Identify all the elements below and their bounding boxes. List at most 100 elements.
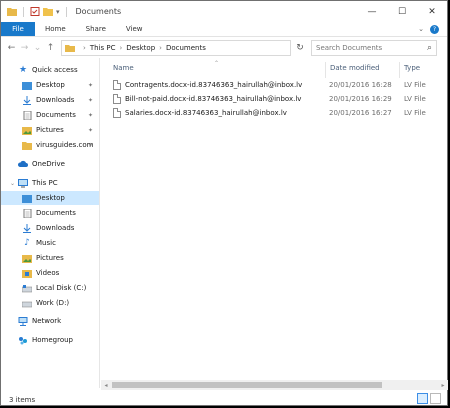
music-icon: ♪ [24,238,30,248]
sidebar-network[interactable]: Network [1,314,99,328]
quick-access-toolbar: ▾ [1,6,70,17]
pin-icon: ✦ [87,81,93,89]
file-name: Bill-not-paid.docx-id.83746363_hairullah… [125,94,302,103]
explorer-window: ▾ Documents — ☐ ✕ File Home Share View ⌄… [0,0,448,406]
sidebar-quick-access[interactable]: ★ Quick access [1,63,99,77]
status-bar: 3 items [1,392,447,407]
documents-icon [23,110,32,120]
scroll-left-icon[interactable]: ◂ [101,380,111,390]
network-icon [18,316,28,326]
search-input[interactable]: Search Documents ⌕ [311,40,437,56]
title-bar: ▾ Documents — ☐ ✕ [1,1,447,22]
item-count: 3 items [9,395,36,404]
pin-icon: ✦ [87,126,93,134]
breadcrumb-desktop[interactable]: Desktop [126,44,155,52]
column-header-name[interactable]: Name [113,64,134,76]
file-type: LV File [404,94,426,103]
recent-locations-button[interactable]: ⌄ [31,43,44,53]
tab-file[interactable]: File [1,22,35,36]
computer-icon [18,178,28,187]
navigation-pane: ★ Quick access Desktop ✦ Downloads ✦ Doc… [1,58,100,388]
file-date: 20/01/2016 16:28 [329,80,392,89]
sidebar-homegroup[interactable]: Homegroup [1,333,99,347]
file-date: 20/01/2016 16:29 [329,94,392,103]
sidebar-item-pictures[interactable]: Pictures ✦ [1,123,99,137]
file-icon [113,107,121,118]
tab-view[interactable]: View [116,22,153,36]
customize-qa-icon[interactable]: ▾ [56,8,60,16]
file-date: 20/01/2016 16:27 [329,108,392,117]
maximize-button[interactable]: ☐ [387,1,417,22]
sidebar-item-music[interactable]: ♪ Music [1,236,99,250]
sidebar-item-documents[interactable]: Documents ✦ [1,108,99,122]
sidebar-item-documents-pc[interactable]: Documents [1,206,99,220]
star-icon: ★ [18,65,28,75]
tab-home[interactable]: Home [35,22,76,36]
column-header-date-modified[interactable]: Date modified [330,64,380,76]
sidebar-item-local-disk[interactable]: Local Disk (C:) [1,281,99,295]
large-icons-view-button[interactable] [430,393,441,404]
scroll-thumb[interactable] [112,382,382,388]
drive-icon [22,284,32,292]
sidebar-item-desktop[interactable]: Desktop ✦ [1,78,99,92]
sidebar-item-work-drive[interactable]: Work (D:) [1,296,99,310]
downloads-icon [23,95,31,105]
chevron-right-icon[interactable]: › [159,44,162,52]
folder-icon [7,8,17,16]
file-name: Contragents.docx-id.83746363_hairullah@i… [125,80,303,89]
chevron-down-icon[interactable]: ⌄ [10,180,15,187]
file-list: ⌃ Name Date modified Type Contragents.do… [101,58,448,388]
new-folder-icon[interactable] [43,7,53,16]
pin-icon: ✦ [87,111,93,119]
address-bar[interactable]: › This PC › Desktop › Documents [61,40,291,56]
scroll-right-icon[interactable]: ▸ [438,380,448,390]
homegroup-icon [19,336,27,344]
downloads-icon [23,223,31,233]
videos-icon [22,269,32,278]
forward-button[interactable]: → [18,43,31,53]
sort-caret-icon: ⌃ [214,60,220,67]
refresh-button[interactable]: ↻ [293,40,307,56]
sidebar-item-virusguides[interactable]: virusguides.com ✦ [1,138,99,152]
chevron-right-icon: › [83,44,86,52]
file-row[interactable]: Bill-not-paid.docx-id.83746363_hairullah… [110,92,440,105]
pictures-icon [22,254,32,263]
desktop-folder-icon [22,81,32,90]
sidebar-this-pc[interactable]: ⌄ This PC [1,176,99,190]
file-icon [113,93,121,104]
file-type: LV File [404,108,426,117]
back-button[interactable]: ← [5,43,18,53]
breadcrumb-documents[interactable]: Documents [166,44,206,52]
file-icon [113,79,121,90]
expand-ribbon-icon[interactable]: ⌄ [418,25,424,33]
breadcrumb-this-pc[interactable]: This PC [90,44,116,52]
sidebar-onedrive[interactable]: OneDrive [1,157,99,171]
file-name: Salaries.docx-id.83746363_hairullah@inbo… [125,108,287,117]
up-button[interactable]: ↑ [44,43,57,53]
folder-icon [65,45,75,52]
sidebar-item-downloads-pc[interactable]: Downloads [1,221,99,235]
properties-icon[interactable] [30,7,40,16]
column-header-type[interactable]: Type [404,64,420,76]
minimize-button[interactable]: — [357,1,387,22]
sidebar-item-pictures-pc[interactable]: Pictures [1,251,99,265]
horizontal-scrollbar[interactable]: ◂ ▸ [101,380,448,390]
chevron-right-icon[interactable]: › [119,44,122,52]
sidebar-item-desktop-pc[interactable]: Desktop [1,191,99,205]
file-row[interactable]: Salaries.docx-id.83746363_hairullah@inbo… [110,106,440,119]
file-type: LV File [404,80,426,89]
pictures-icon [22,126,32,135]
details-view-button[interactable] [417,393,428,404]
file-row[interactable]: Contragents.docx-id.83746363_hairullah@i… [110,78,440,91]
drive-icon [22,301,32,307]
search-placeholder: Search Documents [316,44,383,52]
window-title: Documents [75,7,122,16]
tab-share[interactable]: Share [76,22,116,36]
desktop-folder-icon [22,194,32,203]
close-button[interactable]: ✕ [417,1,447,22]
sidebar-item-videos[interactable]: Videos [1,266,99,280]
sidebar-item-downloads[interactable]: Downloads ✦ [1,93,99,107]
help-icon[interactable]: ? [430,24,439,34]
folder-icon [22,141,32,150]
navigation-bar: ← → ⌄ ↑ › This PC › Desktop › Documents … [1,38,447,58]
